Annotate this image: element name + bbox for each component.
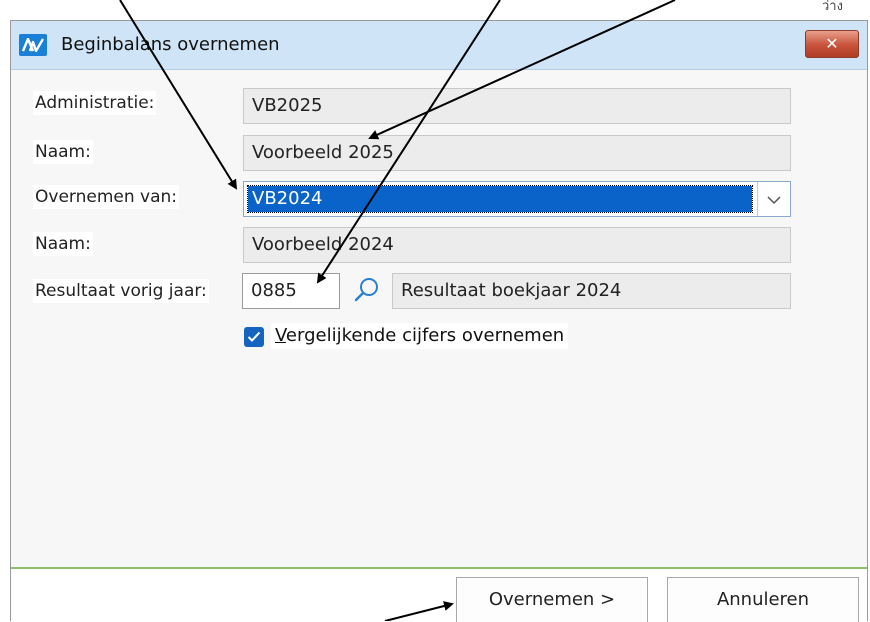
administratie-field: VB2025 bbox=[243, 88, 791, 124]
resultaat-code-input[interactable]: 0885 bbox=[242, 273, 340, 309]
checkmark-icon bbox=[247, 331, 261, 342]
administratie-label: Administratie: bbox=[33, 91, 157, 115]
overnemen-button[interactable]: Overnemen > bbox=[456, 577, 648, 622]
chevron-down-icon bbox=[767, 196, 781, 205]
naam2-label: Naam: bbox=[33, 232, 93, 256]
dialog-window: Beginbalans overnemen ✕ Administratie: V… bbox=[10, 20, 868, 622]
close-icon: ✕ bbox=[825, 34, 839, 53]
overnemen-van-value: VB2024 bbox=[247, 185, 753, 213]
close-button[interactable]: ✕ bbox=[805, 30, 859, 58]
search-button[interactable] bbox=[351, 275, 383, 307]
background-text: ว่าง bbox=[822, 0, 843, 14]
search-icon bbox=[354, 278, 378, 302]
title-bar[interactable]: Beginbalans overnemen ✕ bbox=[11, 21, 867, 70]
overnemen-van-label: Overnemen van: bbox=[33, 185, 180, 209]
window-title: Beginbalans overnemen bbox=[61, 34, 280, 55]
dropdown-button[interactable] bbox=[757, 182, 790, 216]
overnemen-van-select[interactable]: VB2024 bbox=[243, 181, 791, 217]
resultaat-description-field: Resultaat boekjaar 2024 bbox=[392, 273, 791, 309]
naam1-label: Naam: bbox=[33, 140, 93, 164]
app-logo-icon bbox=[19, 34, 47, 56]
naam2-field: Voorbeeld 2024 bbox=[243, 227, 791, 263]
naam1-field: Voorbeeld 2025 bbox=[243, 135, 791, 171]
resultaat-label: Resultaat vorig jaar: bbox=[33, 279, 209, 303]
annuleren-button[interactable]: Annuleren bbox=[667, 577, 859, 622]
vergelijkende-cijfers-label[interactable]: Vergelijkende cijfers overnemen bbox=[271, 323, 569, 349]
access-key-letter: V bbox=[275, 325, 286, 346]
checkbox-label-text: ergelijkende cijfers overnemen bbox=[285, 325, 565, 346]
vergelijkende-cijfers-checkbox[interactable] bbox=[244, 327, 264, 347]
